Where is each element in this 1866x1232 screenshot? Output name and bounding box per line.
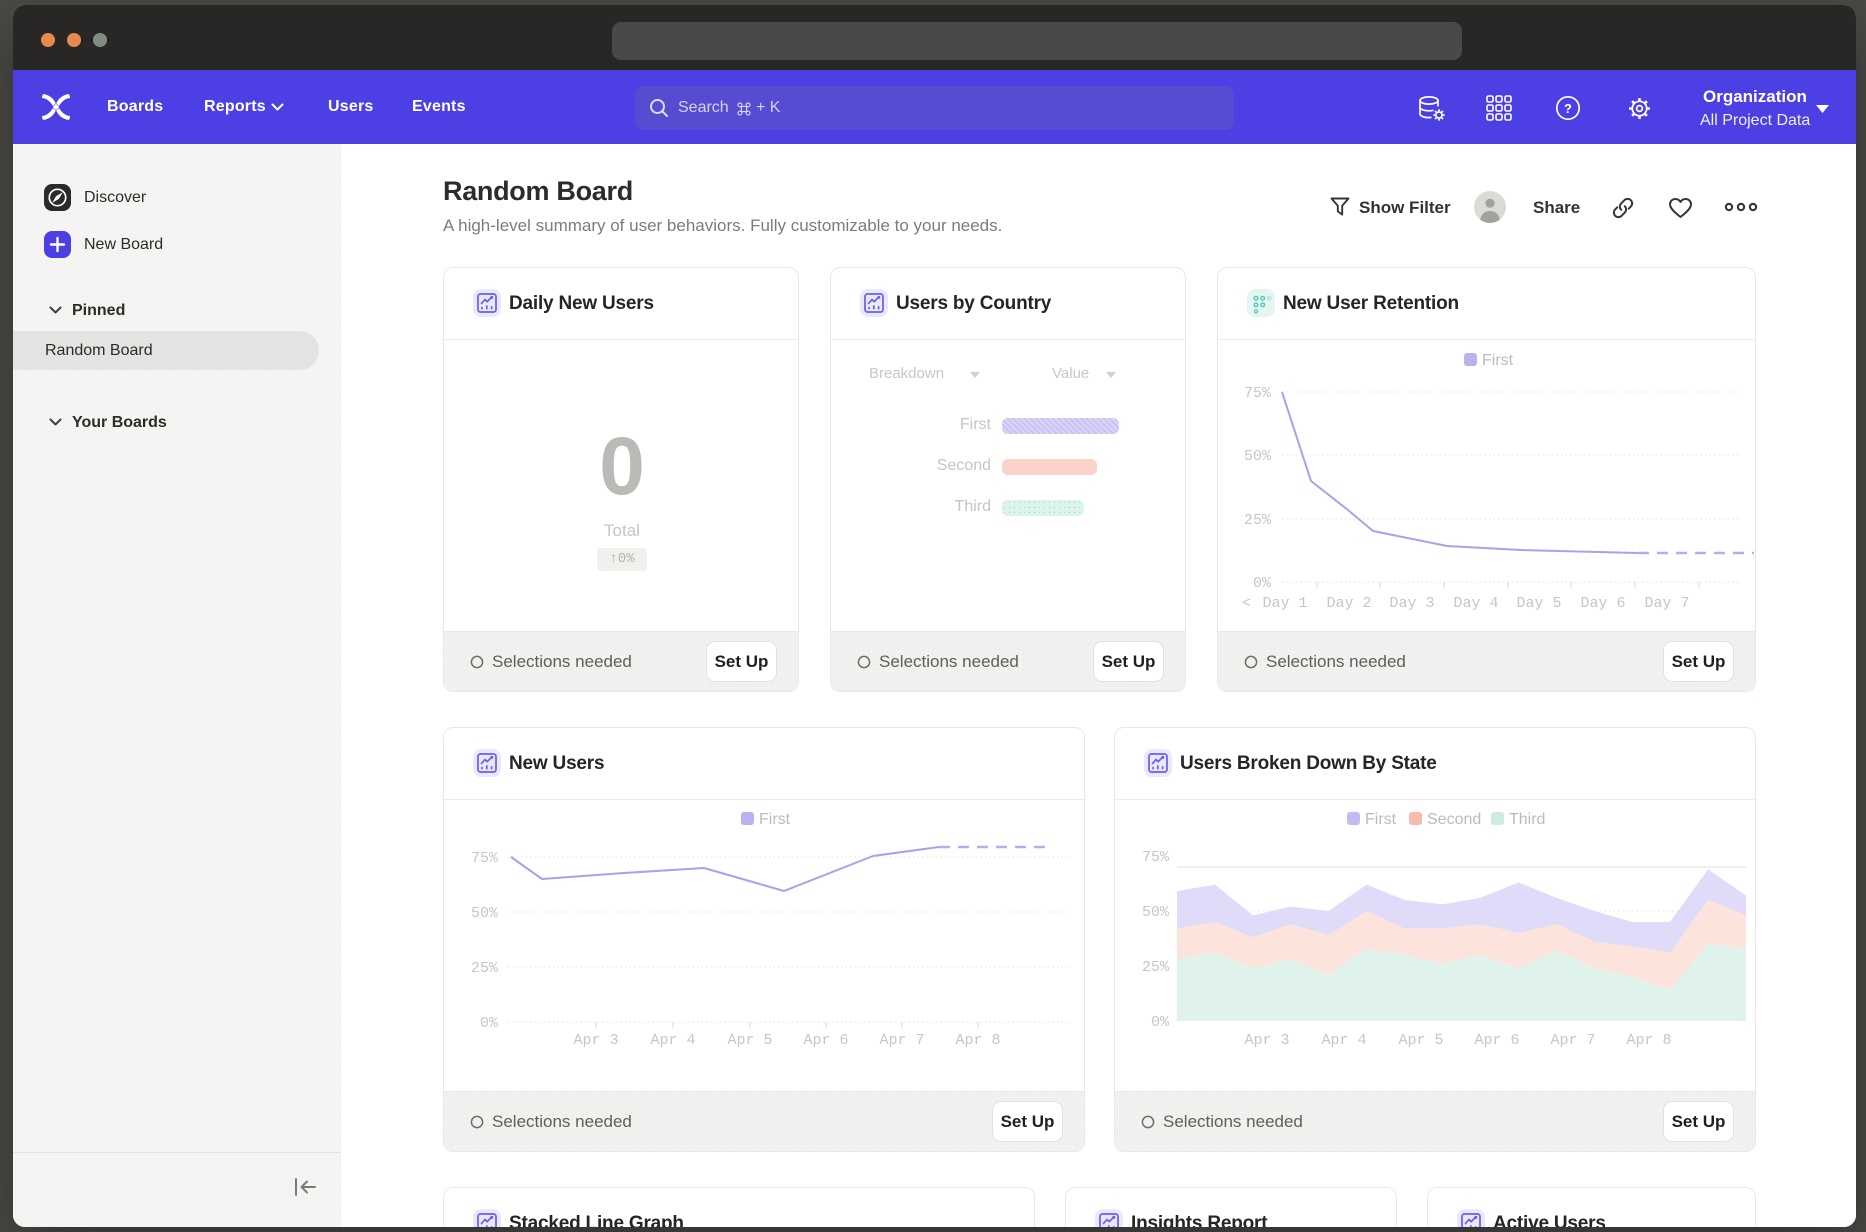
svg-text:75%: 75% [1142, 849, 1170, 866]
svg-text:Apr 3: Apr 3 [573, 1032, 618, 1049]
svg-text:Day 5: Day 5 [1516, 595, 1561, 612]
svg-text:Apr 8: Apr 8 [955, 1032, 1000, 1049]
svg-text:Day 7: Day 7 [1644, 595, 1689, 612]
svg-text:Apr 7: Apr 7 [1550, 1032, 1595, 1049]
svg-text:Day 4: Day 4 [1453, 595, 1498, 612]
svg-text:Apr 6: Apr 6 [1474, 1032, 1519, 1049]
svg-text:Day 2: Day 2 [1326, 595, 1371, 612]
svg-text:50%: 50% [1244, 448, 1272, 465]
svg-text:Apr 8: Apr 8 [1626, 1032, 1671, 1049]
svg-text:Second: Second [1427, 811, 1481, 828]
svg-text:Apr 5: Apr 5 [727, 1032, 772, 1049]
svg-text:0%: 0% [480, 1015, 499, 1032]
svg-text:First: First [1365, 811, 1397, 828]
svg-text:First: First [759, 811, 791, 828]
svg-text:50%: 50% [1142, 904, 1170, 921]
svg-text:Apr 5: Apr 5 [1398, 1032, 1443, 1049]
svg-text:Day 1: Day 1 [1262, 595, 1307, 612]
svg-text:75%: 75% [471, 850, 499, 867]
svg-text:25%: 25% [471, 960, 499, 977]
svg-text:Apr 7: Apr 7 [879, 1032, 924, 1049]
svg-text:<: < [1242, 595, 1251, 612]
svg-text:Third: Third [1509, 811, 1545, 828]
svg-text:Apr 4: Apr 4 [1321, 1032, 1366, 1049]
svg-text:Apr 6: Apr 6 [803, 1032, 848, 1049]
svg-text:0%: 0% [1151, 1014, 1170, 1031]
svg-text:25%: 25% [1142, 959, 1170, 976]
svg-text:25%: 25% [1244, 512, 1272, 529]
svg-text:Day 6: Day 6 [1580, 595, 1625, 612]
svg-text:?: ? [1564, 101, 1572, 116]
svg-text:First: First [1482, 352, 1514, 369]
svg-text:0%: 0% [1253, 575, 1272, 592]
svg-text:Apr 4: Apr 4 [650, 1032, 695, 1049]
svg-text:Day 3: Day 3 [1389, 595, 1434, 612]
svg-text:75%: 75% [1244, 385, 1272, 402]
svg-text:Apr 3: Apr 3 [1244, 1032, 1289, 1049]
svg-text:50%: 50% [471, 905, 499, 922]
